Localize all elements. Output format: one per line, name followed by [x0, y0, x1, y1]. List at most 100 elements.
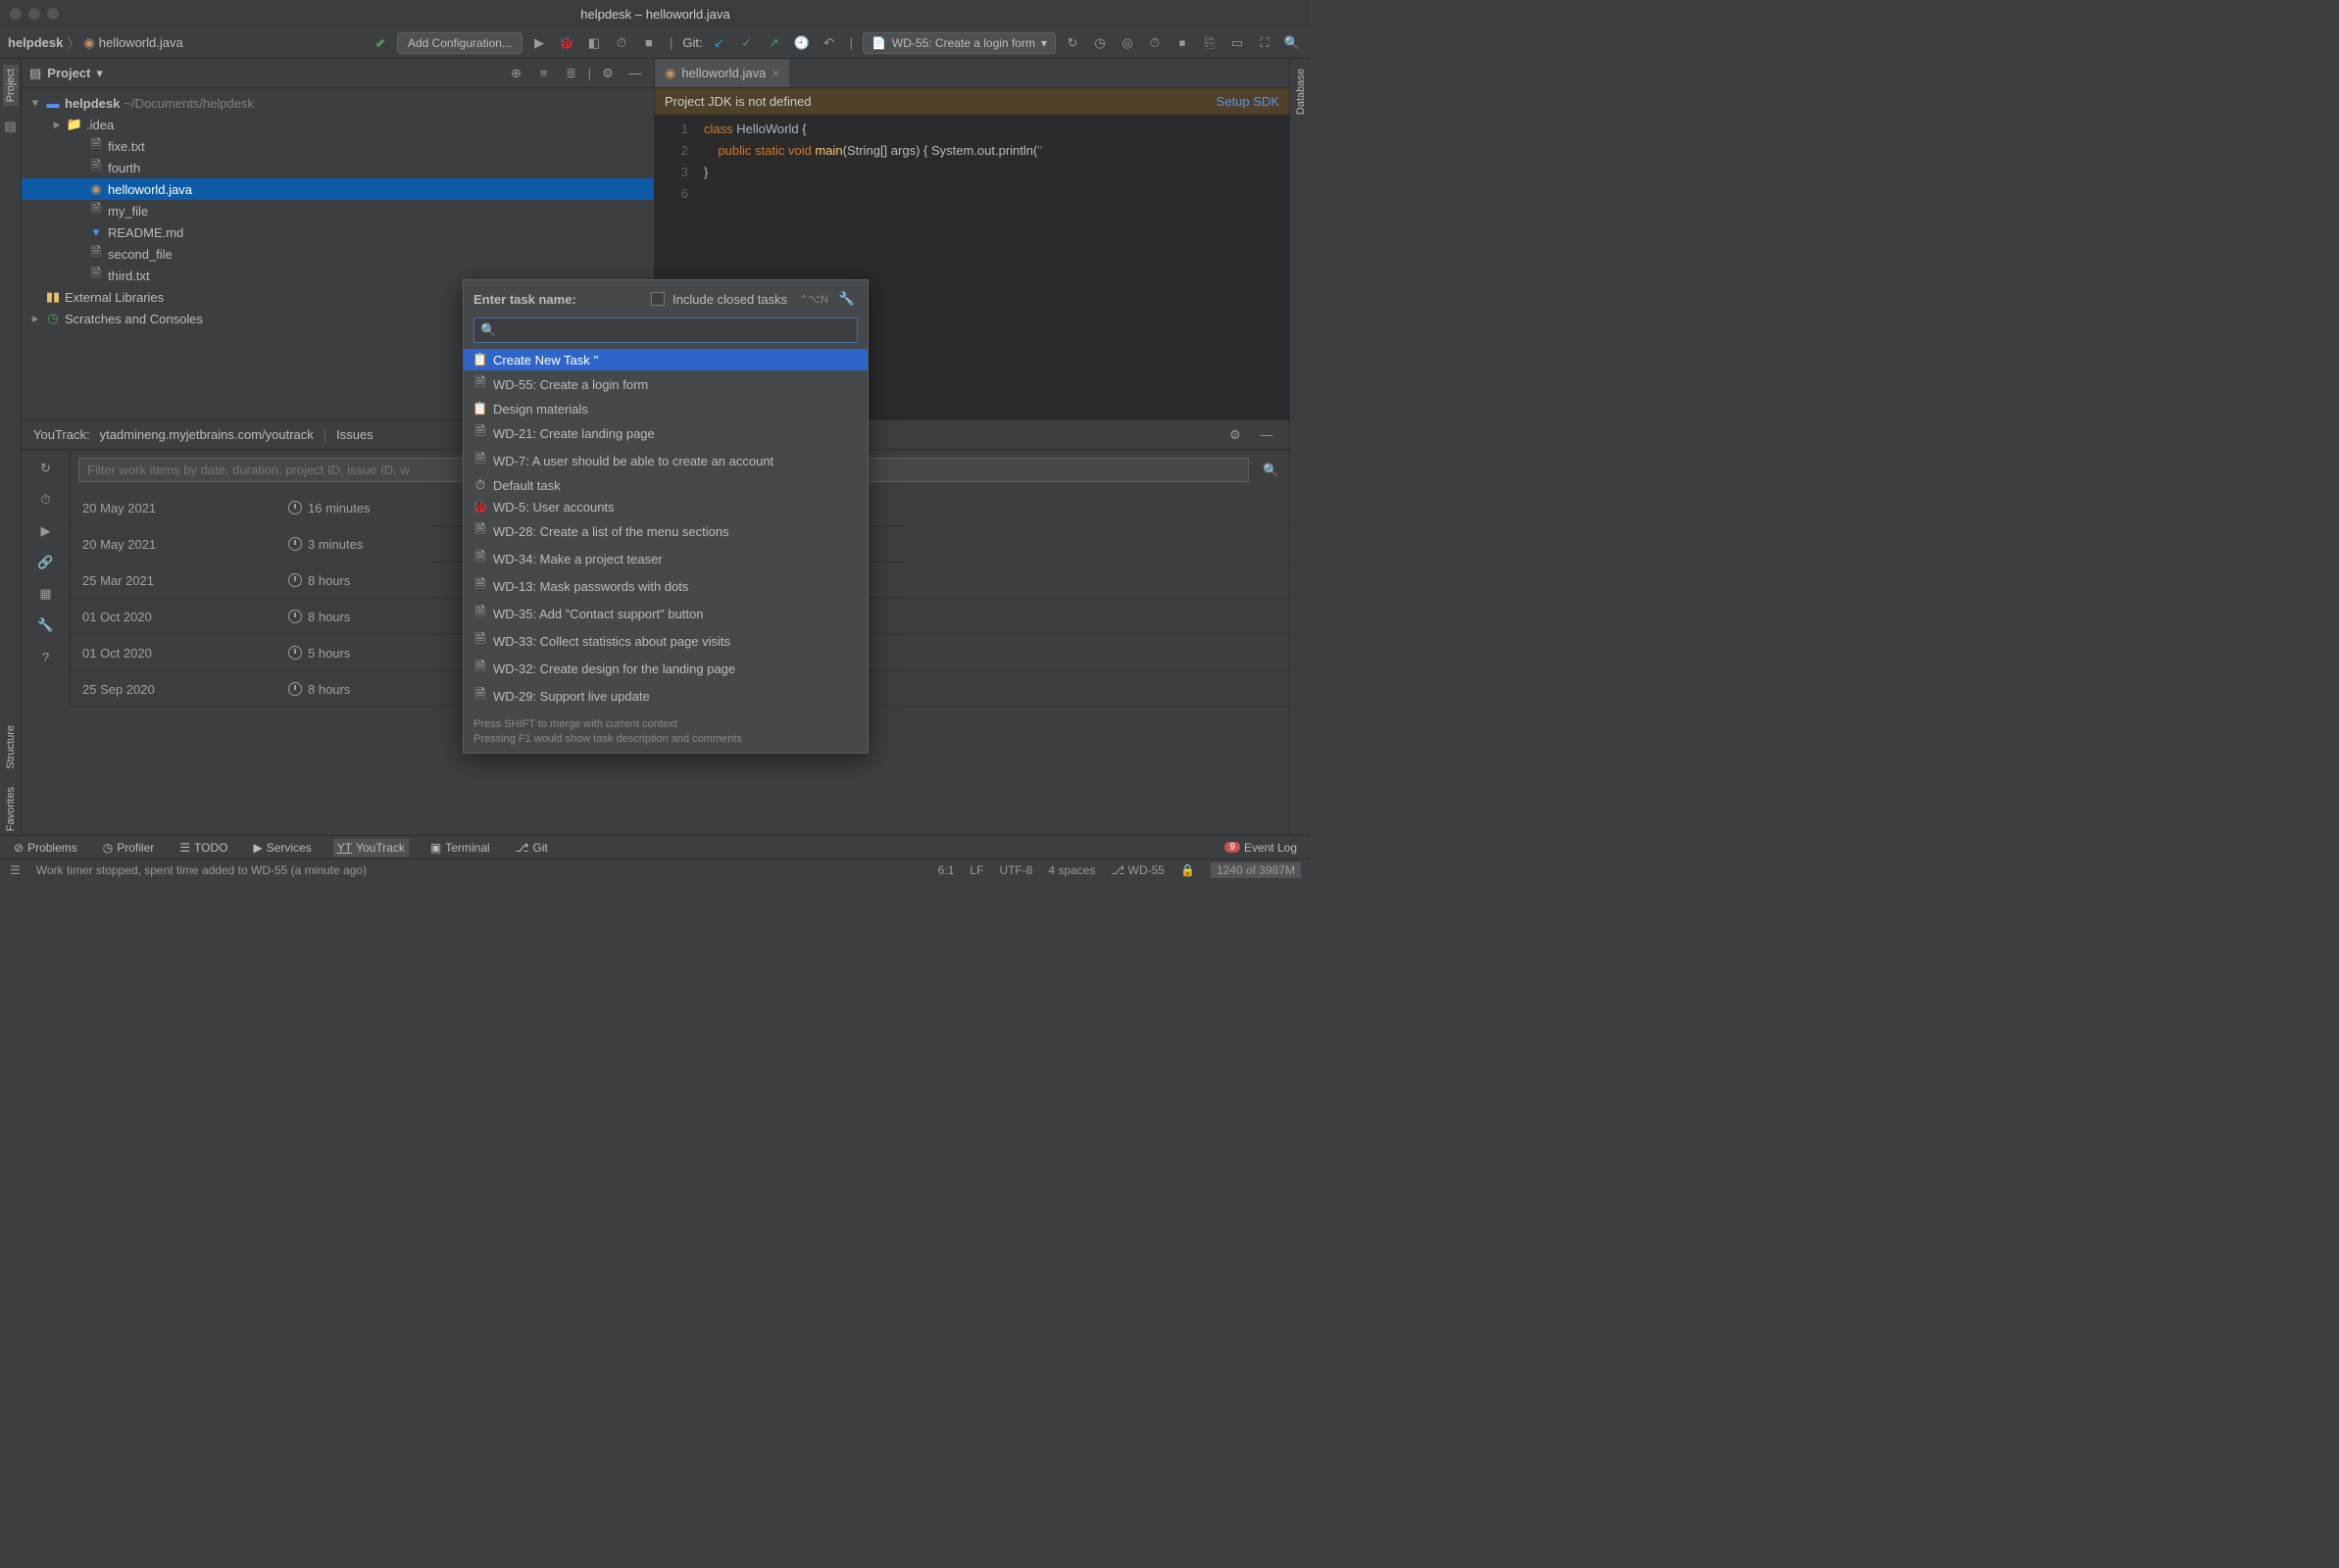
- navigation-breadcrumb[interactable]: helpdesk 〉 ◉ helloworld.java: [8, 33, 183, 52]
- youtrack-issues-label[interactable]: Issues: [336, 427, 373, 442]
- expand-all-icon[interactable]: ≡: [533, 63, 555, 84]
- minimize-panel-icon[interactable]: —: [624, 63, 646, 84]
- task-tool-icon[interactable]: ◷: [1089, 32, 1111, 54]
- build-icon[interactable]: ⬋: [370, 32, 391, 54]
- profiler-tab[interactable]: ◷ Profiler: [99, 839, 159, 857]
- coverage-icon[interactable]: ◧: [583, 32, 605, 54]
- line-separator[interactable]: LF: [970, 863, 983, 877]
- task-list-item[interactable]: 🗎WD-7: A user should be able to create a…: [464, 447, 868, 474]
- tree-idea-folder[interactable]: ▸📁.idea: [22, 114, 654, 135]
- tree-file[interactable]: ◉helloworld.java: [22, 178, 654, 200]
- minimize-panel-icon[interactable]: —: [1256, 424, 1277, 446]
- help-icon[interactable]: ?: [35, 646, 57, 667]
- task-list-item[interactable]: 🗎WD-32: Create design for the landing pa…: [464, 655, 868, 682]
- breadcrumb-project[interactable]: helpdesk: [8, 35, 63, 50]
- timer-start-icon[interactable]: ⏱: [1144, 32, 1166, 54]
- chevron-down-icon[interactable]: ▾: [96, 66, 103, 81]
- commit-tool-tab-icon[interactable]: ▤: [0, 116, 22, 137]
- wrench-icon[interactable]: 🔧: [35, 614, 57, 636]
- start-timer-icon[interactable]: ▶: [35, 520, 57, 542]
- task-list[interactable]: 📋Create New Task ''🗎WD-55: Create a logi…: [464, 349, 868, 711]
- refresh-icon[interactable]: ↻: [35, 458, 57, 479]
- git-push-icon[interactable]: ↗: [764, 32, 785, 54]
- memory-indicator[interactable]: 1240 of 3987M: [1211, 862, 1301, 878]
- task-dropdown[interactable]: 📄 WD-55: Create a login form ▾: [863, 32, 1056, 54]
- locate-icon[interactable]: ⊕: [506, 63, 527, 84]
- collapse-all-icon[interactable]: ≣: [561, 63, 582, 84]
- git-history-icon[interactable]: 🕘: [791, 32, 813, 54]
- git-update-icon[interactable]: ↙: [709, 32, 730, 54]
- task-list-item[interactable]: 🐞WD-5: User accounts: [464, 496, 868, 517]
- profiler-run-icon[interactable]: ⏱: [611, 32, 632, 54]
- task-list-item[interactable]: 🗎WD-29: Support live update: [464, 682, 868, 710]
- run-configuration-dropdown[interactable]: Add Configuration...: [397, 32, 523, 54]
- tree-root[interactable]: ▾▬helpdesk ~/Documents/helpdesk: [22, 92, 654, 114]
- structure-tool-tab[interactable]: Structure: [3, 721, 19, 773]
- editor-tab-helloworld[interactable]: ◉ helloworld.java ×: [655, 59, 789, 87]
- task-list-item[interactable]: 📋Design materials: [464, 398, 868, 419]
- maximize-window-icon[interactable]: [47, 8, 59, 20]
- task-list-item[interactable]: 🗎WD-28: Create a list of the menu sectio…: [464, 517, 868, 545]
- task-list-item[interactable]: 🗎WD-34: Make a project teaser: [464, 545, 868, 572]
- caret-position[interactable]: 6:1: [938, 863, 955, 877]
- tree-file[interactable]: 🗎my_file: [22, 200, 654, 221]
- task-list-item[interactable]: 🗎WD-21: Create landing page: [464, 419, 868, 447]
- youtrack-server[interactable]: ytadmineng.myjetbrains.com/youtrack: [100, 427, 314, 442]
- context-icon[interactable]: ◎: [1117, 32, 1138, 54]
- tree-file[interactable]: 🗎fourth: [22, 157, 654, 178]
- gear-icon[interactable]: ⚙: [597, 63, 619, 84]
- stop-icon[interactable]: ■: [638, 32, 660, 54]
- setup-sdk-link[interactable]: Setup SDK: [1217, 94, 1279, 109]
- youtrack-tab[interactable]: YT YouTrack: [333, 839, 409, 857]
- include-closed-checkbox[interactable]: [651, 292, 665, 306]
- close-tab-icon[interactable]: ×: [771, 66, 779, 80]
- task-list-item[interactable]: 🗎WD-35: Add "Contact support" button: [464, 600, 868, 627]
- popup-search[interactable]: 🔍: [473, 318, 858, 343]
- task-search-input[interactable]: [502, 323, 851, 338]
- close-window-icon[interactable]: [10, 8, 22, 20]
- problems-tab[interactable]: ⊘ Problems: [10, 839, 81, 857]
- task-list-item[interactable]: ⏱Default task: [464, 474, 868, 496]
- window-controls[interactable]: [10, 8, 59, 20]
- chevron-icon: ▸: [51, 117, 63, 132]
- tree-file[interactable]: ▾README.md: [22, 221, 654, 243]
- todo-tab[interactable]: ☰ TODO: [175, 839, 231, 857]
- window-tool-icon[interactable]: ▭: [1226, 32, 1248, 54]
- database-tool-tab[interactable]: Database: [1293, 65, 1309, 119]
- search-icon[interactable]: 🔍: [1261, 460, 1281, 481]
- link-icon[interactable]: 🔗: [35, 552, 57, 573]
- git-rollback-icon[interactable]: ↶: [819, 32, 840, 54]
- project-view-title[interactable]: Project: [47, 66, 90, 80]
- sync-icon[interactable]: ↻: [1062, 32, 1083, 54]
- minimize-window-icon[interactable]: [28, 8, 40, 20]
- run-icon[interactable]: ▶: [528, 32, 550, 54]
- git-branch-status[interactable]: ⎇ WD-55: [1111, 863, 1165, 877]
- lock-icon[interactable]: 🔒: [1180, 863, 1195, 877]
- services-tab[interactable]: ▶ Services: [249, 839, 315, 857]
- tree-file[interactable]: 🗎second_file: [22, 243, 654, 265]
- file-encoding[interactable]: UTF-8: [999, 863, 1032, 877]
- task-list-item[interactable]: 📋Create New Task '': [464, 349, 868, 370]
- timer-stop-icon[interactable]: ⏹: [1171, 32, 1193, 54]
- post-time-icon[interactable]: ⎘: [1199, 32, 1220, 54]
- debug-icon[interactable]: 🐞: [556, 32, 577, 54]
- new-work-icon[interactable]: ⏱: [35, 489, 57, 511]
- expand-icon[interactable]: ⛶: [1254, 32, 1275, 54]
- gear-icon[interactable]: ⚙: [1224, 424, 1246, 446]
- task-list-item[interactable]: 🗎WD-55: Create a login form: [464, 370, 868, 398]
- wrench-icon[interactable]: 🔧: [836, 288, 858, 310]
- task-list-item[interactable]: 🗎WD-13: Mask passwords with dots: [464, 572, 868, 600]
- project-tool-tab[interactable]: Project: [3, 65, 19, 106]
- indent-setting[interactable]: 4 spaces: [1048, 863, 1095, 877]
- search-everywhere-icon[interactable]: 🔍: [1281, 32, 1303, 54]
- group-icon[interactable]: ▦: [35, 583, 57, 605]
- favorites-tool-tab[interactable]: Favorites: [3, 783, 19, 835]
- breadcrumb-file[interactable]: helloworld.java: [99, 35, 183, 50]
- git-commit-icon[interactable]: ✓: [736, 32, 758, 54]
- tree-file[interactable]: 🗎fixe.txt: [22, 135, 654, 157]
- terminal-tab[interactable]: ▣ Terminal: [426, 839, 494, 857]
- git-tab[interactable]: ⎇ Git: [512, 839, 552, 857]
- event-log-tab[interactable]: 9 Event Log: [1220, 839, 1301, 857]
- task-list-item[interactable]: 🗎WD-33: Collect statistics about page vi…: [464, 627, 868, 655]
- include-closed-label[interactable]: Include closed tasks: [672, 292, 787, 307]
